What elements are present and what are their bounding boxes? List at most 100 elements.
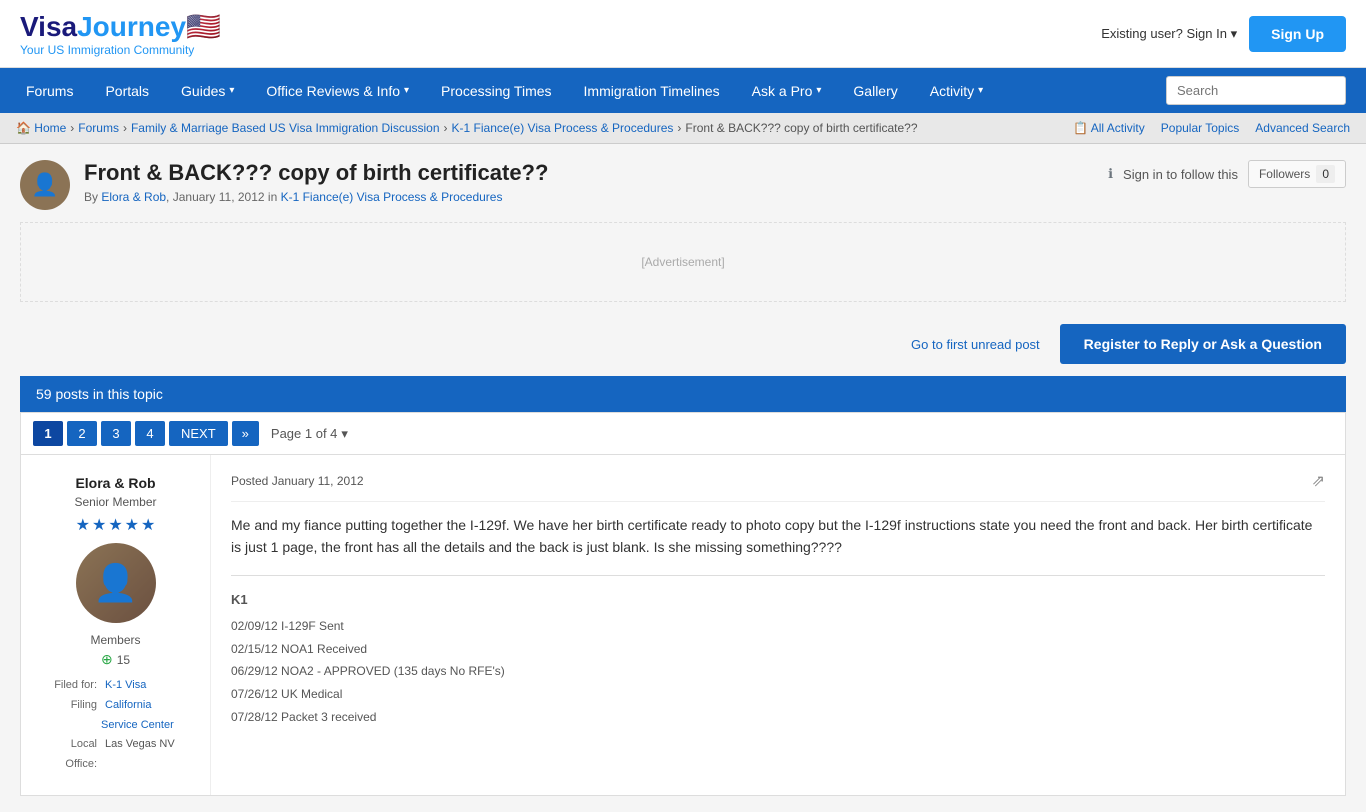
register-reply-button[interactable]: Register to Reply or Ask a Question xyxy=(1060,324,1346,364)
topic-date: January 11, 2012 xyxy=(173,190,265,204)
filed-for-row: Filed for: K-1 Visa xyxy=(37,676,194,696)
sig-row-1: 02/09/12 I-129F Sent xyxy=(231,615,1325,638)
poster-details: Filed for: K-1 Visa Filing California Se… xyxy=(37,676,194,775)
nav-ask-a-pro[interactable]: Ask a Pro ▾ xyxy=(736,68,838,113)
nav-forums[interactable]: Forums xyxy=(10,68,89,113)
filing-row: Filing California xyxy=(37,696,194,716)
popular-topics-link[interactable]: Popular Topics xyxy=(1161,121,1240,135)
page-4-button[interactable]: 4 xyxy=(135,421,165,446)
topic-header-area: 👤 Front & BACK??? copy of birth certific… xyxy=(20,160,1346,210)
logo-visa: Visa xyxy=(20,11,77,42)
breadcrumb-sep-4: › xyxy=(677,121,681,135)
post-share-button[interactable]: ⇗ xyxy=(1312,471,1325,491)
all-activity-link[interactable]: 📋 All Activity xyxy=(1073,121,1145,135)
logo-tagline: Your US Immigration Community xyxy=(20,43,221,57)
filed-for-link[interactable]: K-1 Visa xyxy=(105,679,146,691)
post-content: Posted January 11, 2012 ⇗ Me and my fian… xyxy=(211,455,1345,795)
ask-caret: ▾ xyxy=(816,85,821,96)
top-header: VisaJourney🇺🇸 Your US Immigration Commun… xyxy=(0,0,1366,68)
local-label: Local xyxy=(37,735,97,755)
nav-office-reviews[interactable]: Office Reviews & Info ▾ xyxy=(250,68,425,113)
breadcrumb-actions: 📋 All Activity Popular Topics Advanced S… xyxy=(1073,121,1350,135)
sig-row-5: 07/28/12 Packet 3 received xyxy=(231,706,1325,729)
nav-portals[interactable]: Portals xyxy=(89,68,165,113)
breadcrumb-forums[interactable]: Forums xyxy=(78,121,119,135)
breadcrumb-home[interactable]: 🏠 Home xyxy=(16,121,66,135)
poster-rep: ⊕ 15 xyxy=(37,651,194,668)
action-row: Go to first unread post Register to Repl… xyxy=(20,314,1346,376)
star-4: ★ xyxy=(125,515,139,535)
pagination-bar: 1 2 3 4 NEXT » Page 1 of 4 ▾ xyxy=(20,412,1346,455)
topic-container: 👤 Front & BACK??? copy of birth certific… xyxy=(0,144,1366,812)
header-right: Existing user? Sign In ▾ Sign Up xyxy=(1101,16,1346,52)
breadcrumb-family[interactable]: Family & Marriage Based US Visa Immigrat… xyxy=(131,121,440,135)
post-sidebar: Elora & Rob Senior Member ★ ★ ★ ★ ★ 👤 Me… xyxy=(21,455,211,795)
logo-journey: Journey xyxy=(77,11,186,42)
filing-link[interactable]: California xyxy=(105,699,151,711)
poster-type: Members xyxy=(37,633,194,647)
nav-immigration-timelines[interactable]: Immigration Timelines xyxy=(568,68,736,113)
breadcrumb-k1[interactable]: K-1 Fiance(e) Visa Process & Procedures xyxy=(452,121,674,135)
topic-category-link[interactable]: K-1 Fiance(e) Visa Process & Procedures xyxy=(281,190,503,204)
sig-title: K1 xyxy=(231,592,1325,607)
page-2-button[interactable]: 2 xyxy=(67,421,97,446)
last-page-button[interactable]: » xyxy=(232,421,259,446)
star-1: ★ xyxy=(76,515,90,535)
topic-author-link[interactable]: Elora & Rob xyxy=(101,190,166,204)
local-value: Las Vegas NV xyxy=(105,735,175,755)
post-header: Posted January 11, 2012 ⇗ xyxy=(231,471,1325,502)
logo-flag: 🇺🇸 xyxy=(186,11,221,42)
breadcrumb-sep-2: › xyxy=(123,121,127,135)
poster-name: Elora & Rob xyxy=(37,475,194,491)
post-signature: K1 02/09/12 I-129F Sent 02/15/12 NOA1 Re… xyxy=(231,592,1325,729)
rep-icon: ⊕ xyxy=(101,651,113,668)
search-input[interactable] xyxy=(1166,76,1346,105)
advanced-search-link[interactable]: Advanced Search xyxy=(1255,121,1350,135)
next-page-button[interactable]: NEXT xyxy=(169,421,228,446)
follow-label[interactable]: Sign in to follow this xyxy=(1123,167,1238,182)
topic-title: Front & BACK??? copy of birth certificat… xyxy=(84,160,1094,186)
main-nav: Forums Portals Guides ▾ Office Reviews &… xyxy=(0,68,1366,113)
existing-user-link[interactable]: Existing user? Sign In ▾ xyxy=(1101,26,1237,42)
office-label: Office: xyxy=(37,755,97,775)
topic-title-area: Front & BACK??? copy of birth certificat… xyxy=(84,160,1094,204)
ad-placeholder: [Advertisement] xyxy=(20,222,1346,302)
follow-area: ℹ Sign in to follow this Followers 0 xyxy=(1108,160,1346,188)
activity-caret: ▾ xyxy=(978,85,983,96)
breadcrumb-sep-3: › xyxy=(444,121,448,135)
sig-row-2: 02/15/12 NOA1 Received xyxy=(231,638,1325,661)
page-of-label: Page 1 of 4 xyxy=(271,426,338,441)
topic-author-avatar: 👤 xyxy=(20,160,70,210)
sig-row-3: 06/29/12 NOA2 - APPROVED (135 days No RF… xyxy=(231,660,1325,683)
page-1-button[interactable]: 1 xyxy=(33,421,63,446)
filed-for-value: K-1 Visa xyxy=(105,676,146,696)
first-unread-button[interactable]: Go to first unread post xyxy=(911,337,1040,352)
post-area: Elora & Rob Senior Member ★ ★ ★ ★ ★ 👤 Me… xyxy=(20,455,1346,796)
signup-button[interactable]: Sign Up xyxy=(1249,16,1346,52)
breadcrumb-sep-1: › xyxy=(70,121,74,135)
followers-label: Followers xyxy=(1259,167,1310,181)
followers-count: 0 xyxy=(1316,165,1335,183)
breadcrumb-current: Front & BACK??? copy of birth certificat… xyxy=(685,121,917,135)
star-3: ★ xyxy=(108,515,122,535)
nav-guides[interactable]: Guides ▾ xyxy=(165,68,250,113)
local-row: Local Las Vegas NV xyxy=(37,735,194,755)
posts-count-bar: 59 posts in this topic xyxy=(20,376,1346,412)
page-info[interactable]: Page 1 of 4 ▾ xyxy=(271,426,348,442)
post-inner: Elora & Rob Senior Member ★ ★ ★ ★ ★ 👤 Me… xyxy=(21,455,1345,795)
breadcrumb-bar: 🏠 Home › Forums › Family & Marriage Base… xyxy=(0,113,1366,144)
topic-meta: By Elora & Rob, January 11, 2012 in K-1 … xyxy=(84,190,1094,204)
poster-rank: Senior Member xyxy=(37,495,194,509)
star-2: ★ xyxy=(92,515,106,535)
nav-processing-times[interactable]: Processing Times xyxy=(425,68,567,113)
breadcrumb: 🏠 Home › Forums › Family & Marriage Base… xyxy=(16,121,918,135)
followers-badge: Followers 0 xyxy=(1248,160,1346,188)
poster-avatar: 👤 xyxy=(76,543,156,623)
nav-activity[interactable]: Activity ▾ xyxy=(914,68,999,113)
page-3-button[interactable]: 3 xyxy=(101,421,131,446)
nav-gallery[interactable]: Gallery xyxy=(837,68,913,113)
service-link[interactable]: Service Center xyxy=(101,719,174,731)
office-caret: ▾ xyxy=(404,85,409,96)
post-text: Me and my fiance putting together the I-… xyxy=(231,514,1325,559)
posts-count-text: 59 posts in this topic xyxy=(36,386,163,402)
